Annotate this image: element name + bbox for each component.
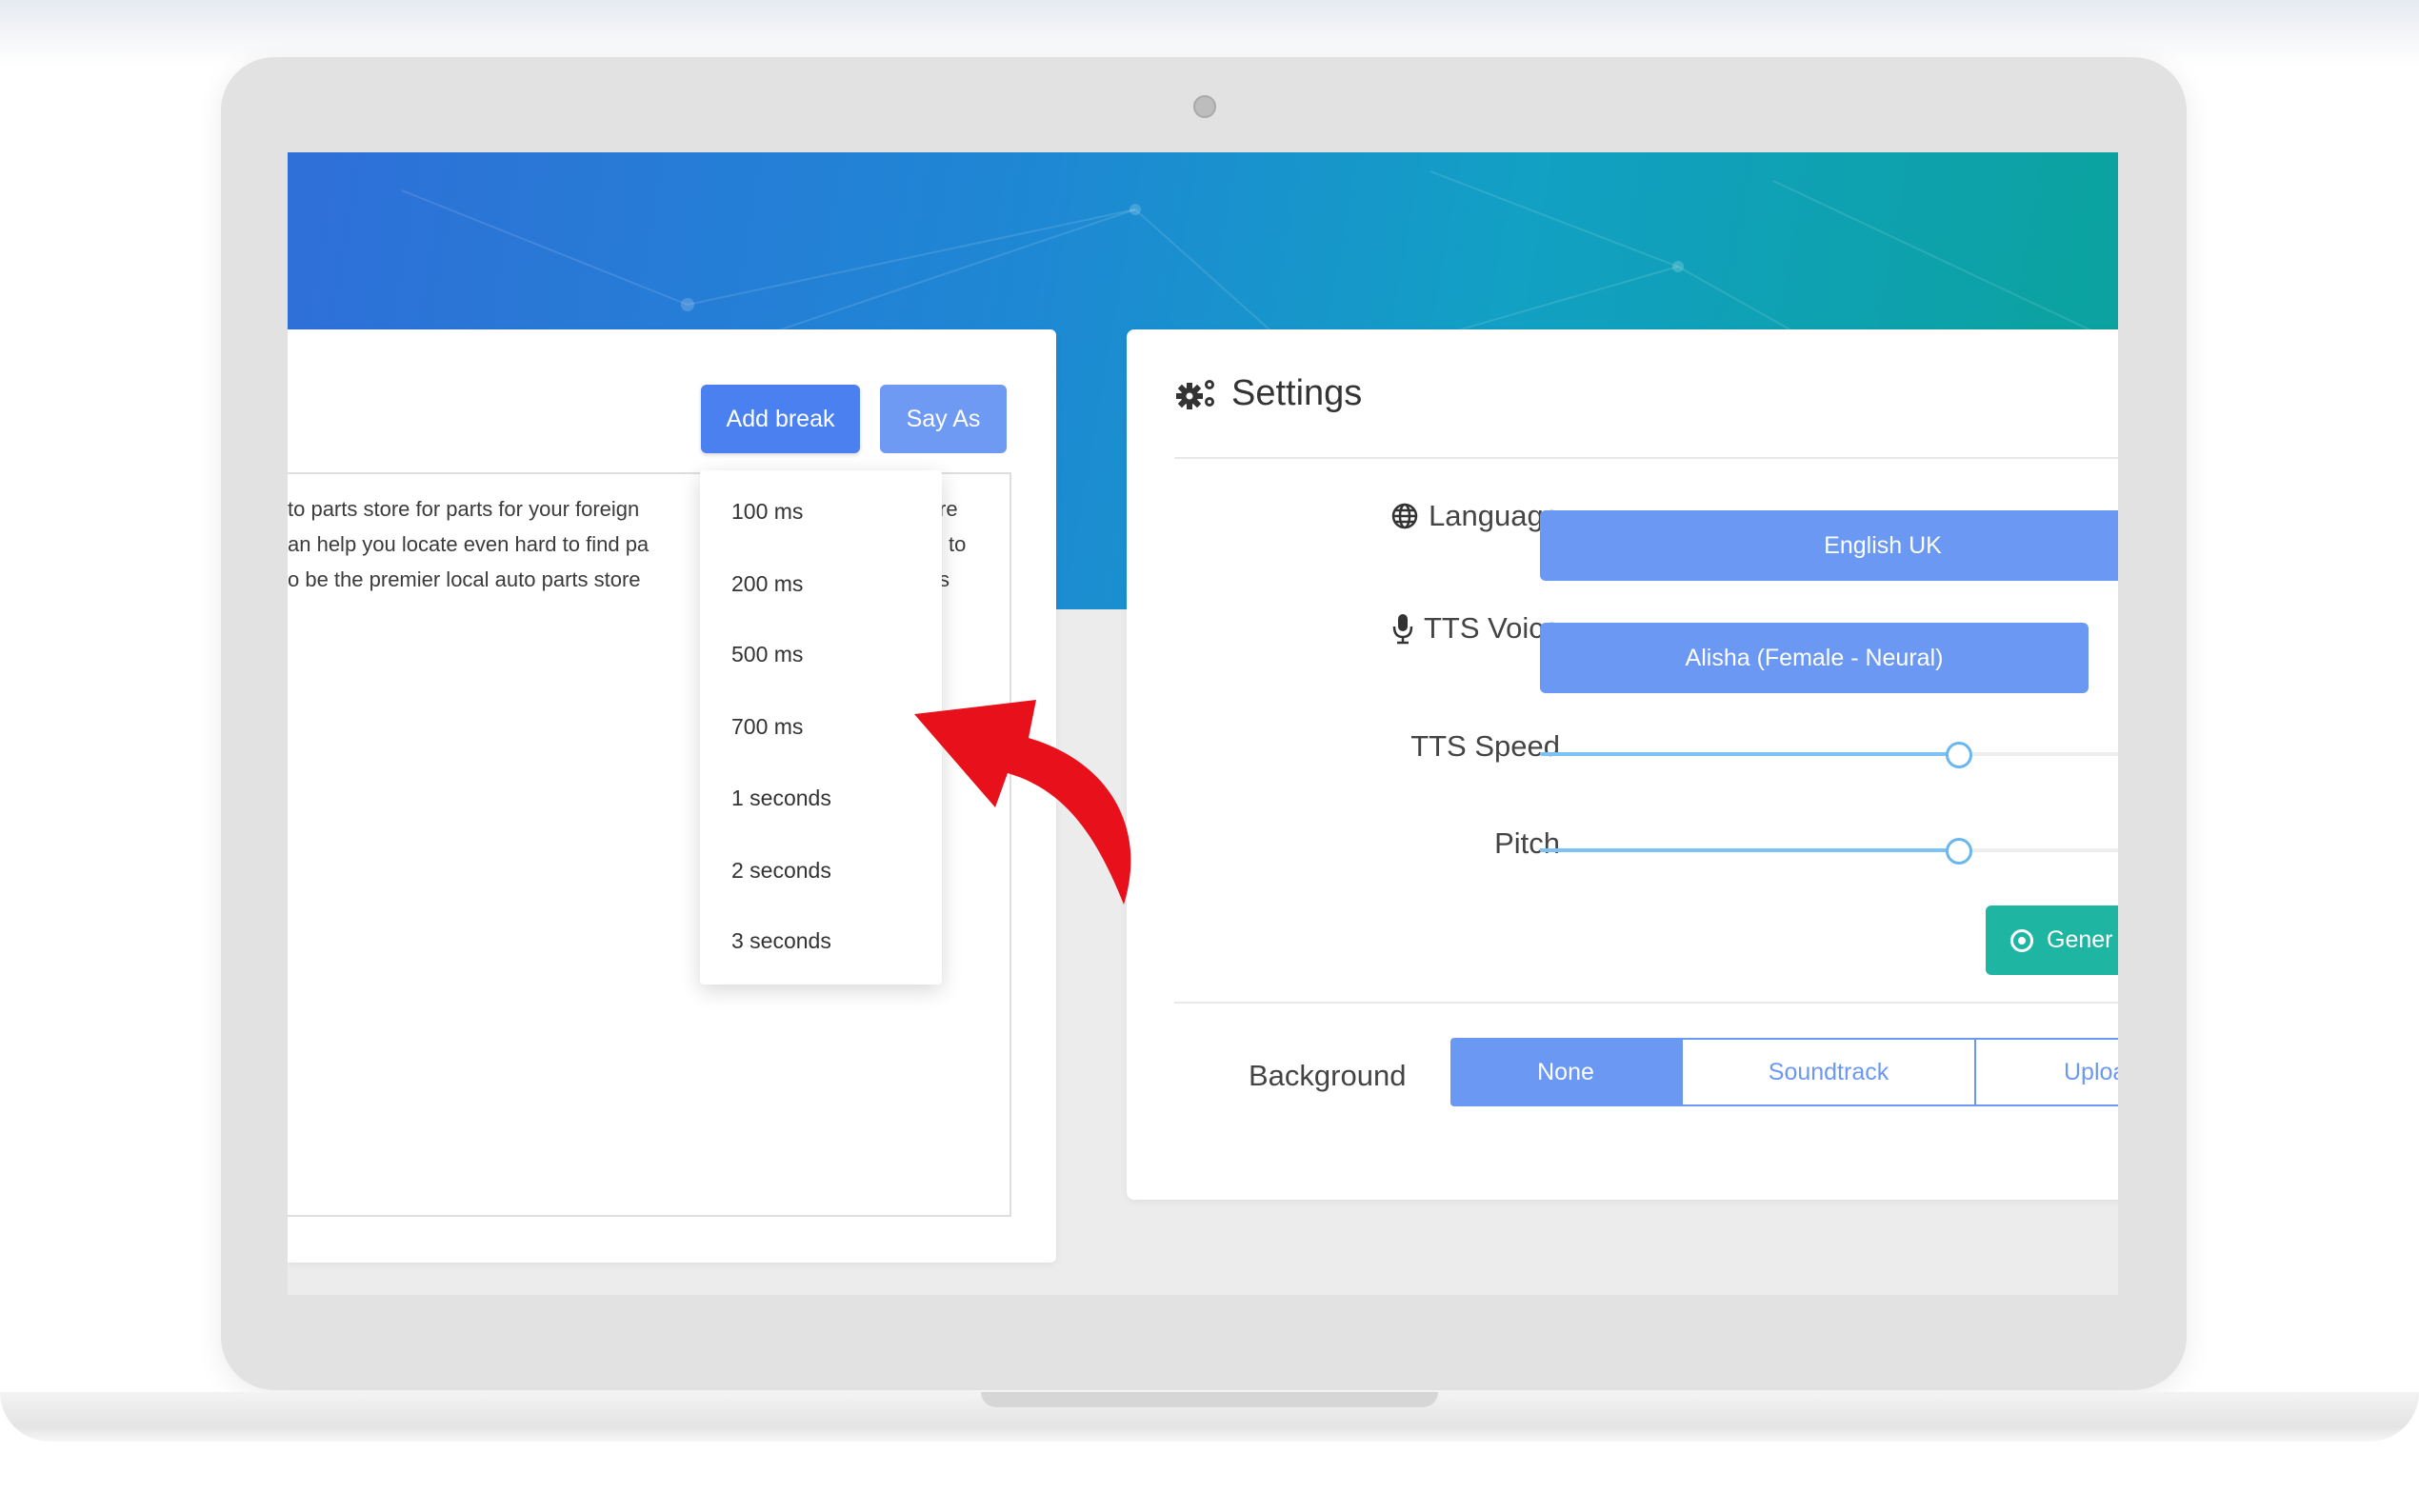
background-label: Background <box>1249 1059 1407 1092</box>
text-line: an help you locate even hard to find pa <box>288 532 650 556</box>
settings-header: Settings <box>1174 373 1362 414</box>
speed-label: TTS Speed <box>1410 729 1560 763</box>
break-option-2s[interactable]: 2 seconds <box>731 858 831 884</box>
voice-select[interactable]: Alisha (Female - Neural) <box>1540 623 2089 693</box>
slider-fill <box>1540 848 1959 852</box>
gears-icon <box>1176 379 1214 409</box>
microphone-icon <box>1392 614 1413 645</box>
settings-card: Settings Language English UK TTS Voice A… <box>1127 329 2118 1200</box>
laptop-screen: Add break Say As to parts store for part… <box>288 152 2118 1295</box>
break-option-500ms[interactable]: 500 ms <box>731 642 803 667</box>
language-select[interactable]: English UK <box>1540 510 2118 581</box>
break-option-100ms[interactable]: 100 ms <box>731 499 803 525</box>
break-option-200ms[interactable]: 200 ms <box>731 571 803 597</box>
text-line-tail: to <box>949 532 967 556</box>
slider-fill <box>1540 752 1959 756</box>
break-option-700ms[interactable]: 700 ms <box>731 714 803 740</box>
pitch-slider[interactable] <box>1540 836 2118 865</box>
background-option-soundtrack[interactable]: Soundtrack <box>1681 1038 1976 1106</box>
text-line: o be the premier local auto parts store <box>288 567 641 591</box>
divider <box>1174 457 2118 459</box>
settings-title: Settings <box>1231 373 1363 413</box>
slider-thumb[interactable] <box>1946 742 1973 768</box>
say-as-button[interactable]: Say As <box>880 385 1007 453</box>
break-option-1s[interactable]: 1 seconds <box>731 786 831 811</box>
generate-label: Gener <box>2047 926 2113 953</box>
background-option-none[interactable]: None <box>1450 1038 1681 1106</box>
voice-label-row: TTS Voice <box>1391 611 1560 646</box>
laptop-base-notch <box>981 1392 1438 1407</box>
speed-slider[interactable] <box>1540 740 2118 768</box>
generate-button[interactable]: Gener <box>1986 905 2118 975</box>
language-label-row: Language <box>1390 499 1560 533</box>
text-line: to parts store for parts for your foreig… <box>288 497 640 521</box>
camera-icon <box>1193 95 1216 118</box>
globe-icon <box>1391 503 1418 529</box>
curved-arrow-icon <box>914 700 1131 905</box>
slider-thumb[interactable] <box>1946 838 1973 865</box>
add-break-button[interactable]: Add break <box>701 385 860 453</box>
play-circle-icon <box>2010 928 2033 952</box>
divider <box>1174 1002 2118 1004</box>
break-option-3s[interactable]: 3 seconds <box>731 928 831 954</box>
background-option-upload[interactable]: Uploa <box>1974 1038 2118 1106</box>
